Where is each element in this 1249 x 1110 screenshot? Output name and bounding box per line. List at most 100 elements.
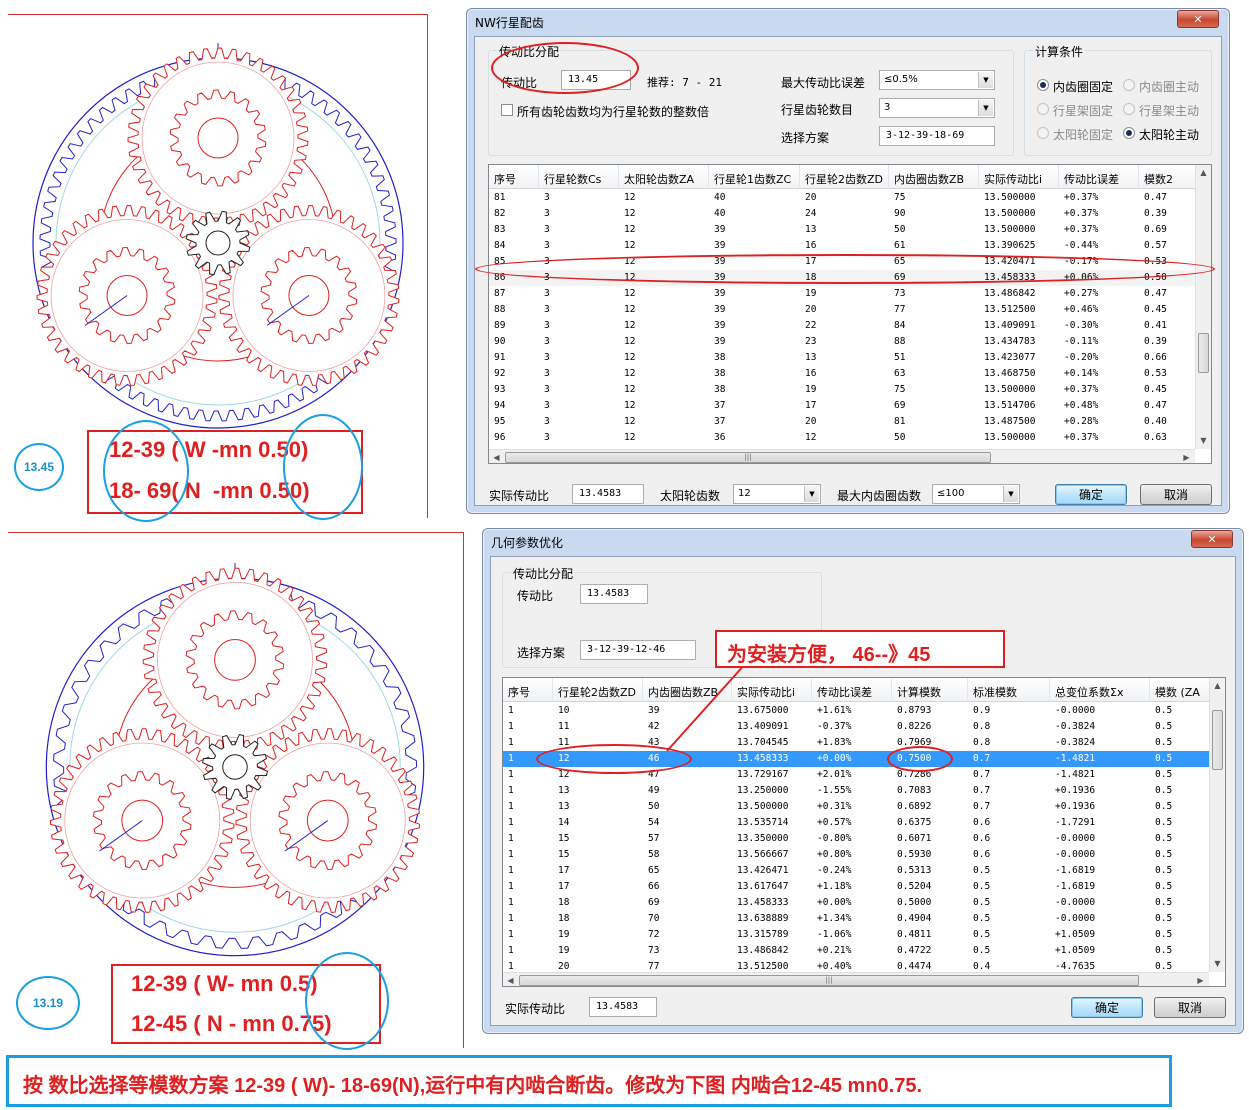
nw-col-header-2[interactable]: 太阳轮齿数ZA [619,165,709,189]
table-row[interactable]: 1 13 50 13.500000 +0.31% 0.6892 0.7 +0.1936 0.5 [503,799,1209,815]
geo-close-button[interactable]: ✕ [1191,530,1233,548]
table-row[interactable]: 91 3 12 38 13 51 13.423077 -0.20% 0.66 [489,350,1195,366]
geo-ratio-label: 传动比 [517,589,554,603]
nw-radio-label-0: 内齿圈固定 [1053,80,1114,94]
nw-radio-0[interactable] [1037,79,1049,91]
geo-col-header-1[interactable]: 行星轮2齿数ZD [553,678,643,702]
nw-cell: 88 [494,304,506,315]
nw-vscroll-thumb[interactable] [1198,333,1209,373]
geo-list-vscroll[interactable]: ▲ ▼ [1209,678,1225,972]
nw-list-hscroll[interactable]: ◀ ||| ▶ [489,449,1195,463]
table-row[interactable]: 94 3 12 37 17 69 13.514706 +0.48% 0.47 [489,398,1195,414]
nw-scheme-input[interactable]: 3-12-39-18-69 [879,126,995,146]
geo-col-header-5[interactable]: 计算模数 [892,678,968,702]
table-row[interactable]: 95 3 12 37 20 81 13.487500 +0.28% 0.40 [489,414,1195,430]
table-row[interactable]: 1 13 49 13.250000 -1.55% 0.7083 0.7 +0.1936 0.5 [503,783,1209,799]
nw-radio-5[interactable] [1123,127,1135,139]
table-row[interactable]: 87 3 12 39 19 73 13.486842 +0.27% 0.47 [489,286,1195,302]
scroll-left-icon[interactable]: ◀ [489,450,504,463]
nw-max-ring-select[interactable]: ≤100 ▼ [932,484,1020,504]
geo-cell: 50 [648,801,660,812]
nw-col-header-8[interactable]: 模数2 [1139,165,1197,189]
table-row[interactable]: 93 3 12 38 19 75 13.500000 +0.37% 0.45 [489,382,1195,398]
table-row[interactable]: 96 3 12 36 12 50 13.500000 +0.37% 0.63 [489,430,1195,446]
nw-integer-checkbox[interactable] [501,104,513,116]
table-row[interactable]: 90 3 12 39 23 88 13.434783 -0.11% 0.39 [489,334,1195,350]
geo-cell: 54 [648,817,660,828]
geo-col-header-0[interactable]: 序号 [503,678,553,702]
geo-col-header-6[interactable]: 标准模数 [968,678,1050,702]
geo-cell: 13.512500 [737,961,789,972]
table-row[interactable]: 1 18 69 13.458333 +0.00% 0.5000 0.5 -0.0000 0.5 [503,895,1209,911]
geo-col-header-4[interactable]: 传动比误差 [812,678,892,702]
geo-window-body: 传动比分配 传动比 13.4583 选择方案 3-12-39-12-46 序号行… [490,556,1236,1026]
geo-cell: +1.0509 [1055,929,1096,940]
geo-col-header-7[interactable]: 总变位系数Σx [1050,678,1150,702]
nw-close-button[interactable]: ✕ [1177,10,1219,28]
geo-cell: 1 [508,881,514,892]
table-row[interactable]: 1 15 58 13.566667 +0.80% 0.5930 0.6 -0.0000 0.5 [503,847,1209,863]
table-row[interactable]: 84 3 12 39 16 61 13.390625 -0.44% 0.57 [489,238,1195,254]
geo-cell: 0.5 [973,881,991,892]
geo-cell: +0.31% [817,801,852,812]
nw-col-header-4[interactable]: 行星轮2齿数ZD [800,165,889,189]
nw-cell: 38 [714,368,726,379]
geo-vscroll-thumb[interactable] [1212,710,1223,770]
scroll-left-icon[interactable]: ◀ [503,973,518,986]
geo-ok-button[interactable]: 确定 [1071,997,1143,1018]
nw-col-header-7[interactable]: 传动比误差 [1059,165,1139,189]
nw-hscroll-thumb[interactable]: ||| [505,452,991,463]
geo-cell: 0.5 [1155,945,1173,956]
geo-col-header-8[interactable]: 模数 (ZA [1150,678,1211,702]
table-row[interactable]: 81 3 12 40 20 75 13.500000 +0.37% 0.47 [489,190,1195,206]
scroll-right-icon[interactable]: ▶ [1179,450,1194,463]
bottom-highlight-right [305,952,389,1050]
nw-cell: 12 [624,304,636,315]
table-row[interactable]: 1 15 57 13.350000 -0.80% 0.6071 0.6 -0.0000 0.5 [503,831,1209,847]
nw-sun-teeth-select[interactable]: 12 ▼ [733,484,821,504]
nw-cell: 3 [544,400,550,411]
nw-col-header-3[interactable]: 行星轮1齿数ZC [709,165,800,189]
nw-cell: 13.500000 [984,384,1036,395]
table-row[interactable]: 82 3 12 40 24 90 13.500000 +0.37% 0.39 [489,206,1195,222]
bottom-summary-note: 按 数比选择等模数方案 12-39 ( W)- 18-69(N),运行中有内啮合… [6,1055,1172,1107]
table-row[interactable]: 1 19 72 13.315789 -1.06% 0.4811 0.5 +1.0509 0.5 [503,927,1209,943]
nw-col-header-1[interactable]: 行星轮数Cs [539,165,619,189]
nw-col-header-5[interactable]: 内齿圈齿数ZB [889,165,979,189]
geo-actual-ratio-label: 实际传动比 [505,1002,566,1016]
nw-max-error-select[interactable]: ≤0.5% ▼ [879,70,995,90]
scroll-down-icon[interactable]: ▼ [1196,433,1211,448]
table-row[interactable]: 1 18 70 13.638889 +1.34% 0.4904 0.5 -0.0000 0.5 [503,911,1209,927]
scroll-up-icon[interactable]: ▲ [1210,678,1225,693]
nw-col-header-0[interactable]: 序号 [489,165,539,189]
geo-hscroll-thumb[interactable]: ||| [519,975,1139,986]
table-row[interactable]: 1 14 54 13.535714 +0.57% 0.6375 0.6 -1.7291 0.5 [503,815,1209,831]
nw-actual-ratio-input[interactable]: 13.4583 [572,484,644,504]
geo-ratio-input[interactable]: 13.4583 [580,584,648,604]
table-row[interactable]: 1 17 66 13.617647 +1.18% 0.5204 0.5 -1.6819 0.5 [503,879,1209,895]
nw-cell: 39 [714,320,726,331]
nw-cancel-button[interactable]: 取消 [1140,484,1212,505]
table-row[interactable]: 83 3 12 39 13 50 13.500000 +0.37% 0.69 [489,222,1195,238]
nw-ok-button[interactable]: 确定 [1055,484,1127,505]
nw-col-header-6[interactable]: 实际传动比i [979,165,1059,189]
table-row[interactable]: 1 10 39 13.675000 +1.61% 0.8793 0.9 -0.0000 0.5 [503,703,1209,719]
table-row[interactable]: 92 3 12 38 16 63 13.468750 +0.14% 0.53 [489,366,1195,382]
nw-list-vscroll[interactable]: ▲ ▼ [1195,165,1211,449]
scroll-down-icon[interactable]: ▼ [1210,956,1225,971]
table-row[interactable]: 89 3 12 39 22 84 13.409091 -0.30% 0.41 [489,318,1195,334]
scroll-right-icon[interactable]: ▶ [1193,973,1208,986]
geo-actual-ratio-input[interactable]: 13.4583 [589,997,657,1017]
geo-list-hscroll[interactable]: ◀ ||| ▶ [503,972,1209,986]
table-row[interactable]: 1 17 65 13.426471 -0.24% 0.5313 0.5 -1.6819 0.5 [503,863,1209,879]
geo-cell: 57 [648,833,660,844]
geo-cancel-button[interactable]: 取消 [1154,997,1226,1018]
geo-cell: +0.1936 [1055,801,1096,812]
nw-cell: 75 [894,384,906,395]
table-row[interactable]: 1 19 73 13.486842 +0.21% 0.4722 0.5 +1.0509 0.5 [503,943,1209,959]
table-row[interactable]: 1 11 42 13.409091 -0.37% 0.8226 0.8 -0.3824 0.5 [503,719,1209,735]
nw-planet-count-select[interactable]: 3 ▼ [879,98,995,118]
geo-cell: 15 [558,833,570,844]
table-row[interactable]: 88 3 12 39 20 77 13.512500 +0.46% 0.45 [489,302,1195,318]
scroll-up-icon[interactable]: ▲ [1196,165,1211,180]
